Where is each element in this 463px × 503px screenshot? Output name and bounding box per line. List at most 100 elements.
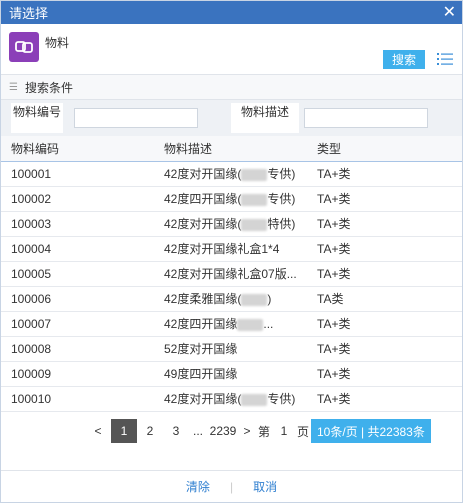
cell-material-code: 100004 [11, 241, 52, 256]
cell-type: TA+类 [317, 192, 351, 206]
material-table: 物料编码 物料描述 类型 100001 42度对开国缘(专供) TA+类 100002… [1, 136, 462, 412]
cell-material-code: 100003 [11, 216, 52, 231]
cell-material-desc: 42度对开国缘礼盒1*4 [154, 236, 307, 261]
cell-type: TA+类 [317, 392, 351, 406]
dialog-footer: 清除 | 取消 [1, 470, 462, 502]
page-button-2[interactable]: 2 [137, 419, 163, 443]
desc-text: 42度对开国缘礼盒1*4 [164, 242, 280, 256]
desc-text: 42度四开国缘( [164, 192, 242, 206]
footer-divider: | [229, 479, 234, 494]
desc-tail: 专供) [267, 392, 296, 406]
material-desc-input[interactable] [304, 108, 428, 128]
cell-material-desc: 49度四开国缘 [154, 361, 307, 386]
page-button-1[interactable]: 1 [111, 419, 137, 443]
search-button[interactable]: 搜索 [383, 50, 425, 69]
hamburger-icon: ☰ [9, 81, 18, 93]
filter-panel: 物料编号 物料描述 [1, 100, 462, 136]
cell-material-code: 100005 [11, 266, 52, 281]
desc-tail: 专供) [267, 192, 296, 206]
desc-text: 42度四开国缘 [164, 317, 238, 331]
page-size-info[interactable]: 10条/页 | 共22383条 [311, 419, 431, 443]
table-row[interactable]: 100004 42度对开国缘礼盒1*4 TA+类 [1, 236, 462, 261]
page-button-3[interactable]: 3 [163, 419, 189, 443]
cell-material-code: 100008 [11, 341, 52, 356]
cell-type: TA+类 [317, 242, 351, 256]
redacted-text [241, 393, 268, 406]
dialog-title: 请选择 [9, 6, 49, 21]
desc-text: 42度对开国缘( [164, 167, 242, 181]
desc-tail: 特供) [267, 217, 296, 231]
desc-text: 42度柔雅国缘( [164, 292, 242, 306]
goto-page-input[interactable]: 1 [273, 419, 295, 443]
redacted-text [241, 168, 268, 181]
cell-material-desc: 42度对开国缘( 特供) [154, 211, 307, 236]
close-icon[interactable]: ✕ [443, 4, 456, 21]
cell-material-code: 100002 [11, 191, 52, 206]
select-dialog: 请选择 ✕ 物料 搜索 ☰ 搜索条件 物料编号 物料描述 物料编码 物料描述 类… [0, 0, 463, 503]
desc-tail: 专供) [267, 167, 296, 181]
cell-material-code: 100010 [11, 391, 52, 406]
cell-material-code: 100001 [11, 166, 52, 181]
pagination: < 1 2 3 ... 2239 > 第 1 页 10条/页 | 共22383条 [85, 419, 431, 443]
cell-material-desc: 42度对开国缘礼盒07版... [154, 261, 307, 286]
goto-prefix: 第 [255, 419, 273, 443]
cell-material-code: 100007 [11, 316, 52, 331]
table-row[interactable]: 100008 52度对开国缘 TA+类 [1, 336, 462, 361]
search-conditions-bar[interactable]: ☰ 搜索条件 [1, 74, 462, 100]
page-button-last[interactable]: 2239 [207, 419, 239, 443]
app-name: 物料 [45, 36, 70, 50]
cell-material-desc: 52度对开国缘 [154, 336, 307, 361]
table-row[interactable]: 100010 42度对开国缘( 专供) TA+类 [1, 386, 462, 411]
cell-type: TA+类 [317, 342, 351, 356]
cell-type: TA+类 [317, 167, 351, 181]
cell-material-desc: 42度四开国缘( 专供) [154, 186, 307, 211]
desc-text: 49度四开国缘 [164, 367, 238, 381]
clear-button[interactable]: 清除 [186, 478, 210, 495]
search-conditions-label: 搜索条件 [25, 80, 74, 95]
table-row[interactable]: 100007 42度四开国缘... TA+类 [1, 311, 462, 336]
desc-text: 42度对开国缘( [164, 392, 242, 406]
redacted-text [237, 318, 264, 331]
desc-tail: ... [263, 317, 274, 331]
table-row[interactable]: 100005 42度对开国缘礼盒07版... TA+类 [1, 261, 462, 286]
redacted-text [241, 218, 268, 231]
dialog-titlebar: 请选择 ✕ [1, 1, 462, 24]
page-ellipsis: ... [189, 419, 207, 443]
goto-suffix: 页 [295, 419, 311, 443]
desc-tail: ) [267, 292, 272, 306]
desc-text: 52度对开国缘 [164, 342, 238, 356]
desc-text: 42度对开国缘( [164, 217, 242, 231]
material-code-input[interactable] [74, 108, 198, 128]
cell-material-desc: 42度柔雅国缘() [154, 286, 307, 311]
redacted-text [241, 293, 268, 306]
cell-material-desc: 42度对开国缘( 专供) [154, 386, 307, 411]
cell-material-desc: 42度四开国缘... [154, 311, 307, 336]
redacted-text [241, 193, 268, 206]
column-header-type[interactable]: 类型 [307, 136, 462, 161]
table-row[interactable]: 100006 42度柔雅国缘() TA类 [1, 286, 462, 311]
column-header-code[interactable]: 物料编码 [1, 136, 154, 161]
cancel-button[interactable]: 取消 [253, 478, 277, 495]
material-desc-label: 物料描述 [231, 103, 299, 133]
table-row[interactable]: 100009 49度四开国缘 TA+类 [1, 361, 462, 386]
prev-page-button[interactable]: < [85, 419, 111, 443]
table-row[interactable]: 100003 42度对开国缘( 特供) TA+类 [1, 211, 462, 236]
cell-type: TA类 [317, 292, 344, 306]
link-icon [9, 32, 39, 62]
table-row[interactable]: 100001 42度对开国缘( 专供) TA+类 [1, 161, 462, 186]
cell-type: TA+类 [317, 317, 351, 331]
table-row[interactable]: 100002 42度四开国缘( 专供) TA+类 [1, 186, 462, 211]
cell-material-code: 100006 [11, 291, 52, 306]
next-page-button[interactable]: > [239, 419, 255, 443]
column-header-desc[interactable]: 物料描述 [154, 136, 307, 161]
cell-material-code: 100009 [11, 366, 52, 381]
dialog-header: 物料 搜索 [1, 24, 462, 74]
cell-type: TA+类 [317, 217, 351, 231]
table-header-row: 物料编码 物料描述 类型 [1, 136, 462, 161]
desc-text: 42度对开国缘礼盒07版... [164, 267, 297, 281]
list-menu-icon[interactable] [437, 52, 453, 66]
cell-material-desc: 42度对开国缘( 专供) [154, 161, 307, 186]
cell-type: TA+类 [317, 367, 351, 381]
material-code-label: 物料编号 [11, 103, 63, 133]
cell-type: TA+类 [317, 267, 351, 281]
